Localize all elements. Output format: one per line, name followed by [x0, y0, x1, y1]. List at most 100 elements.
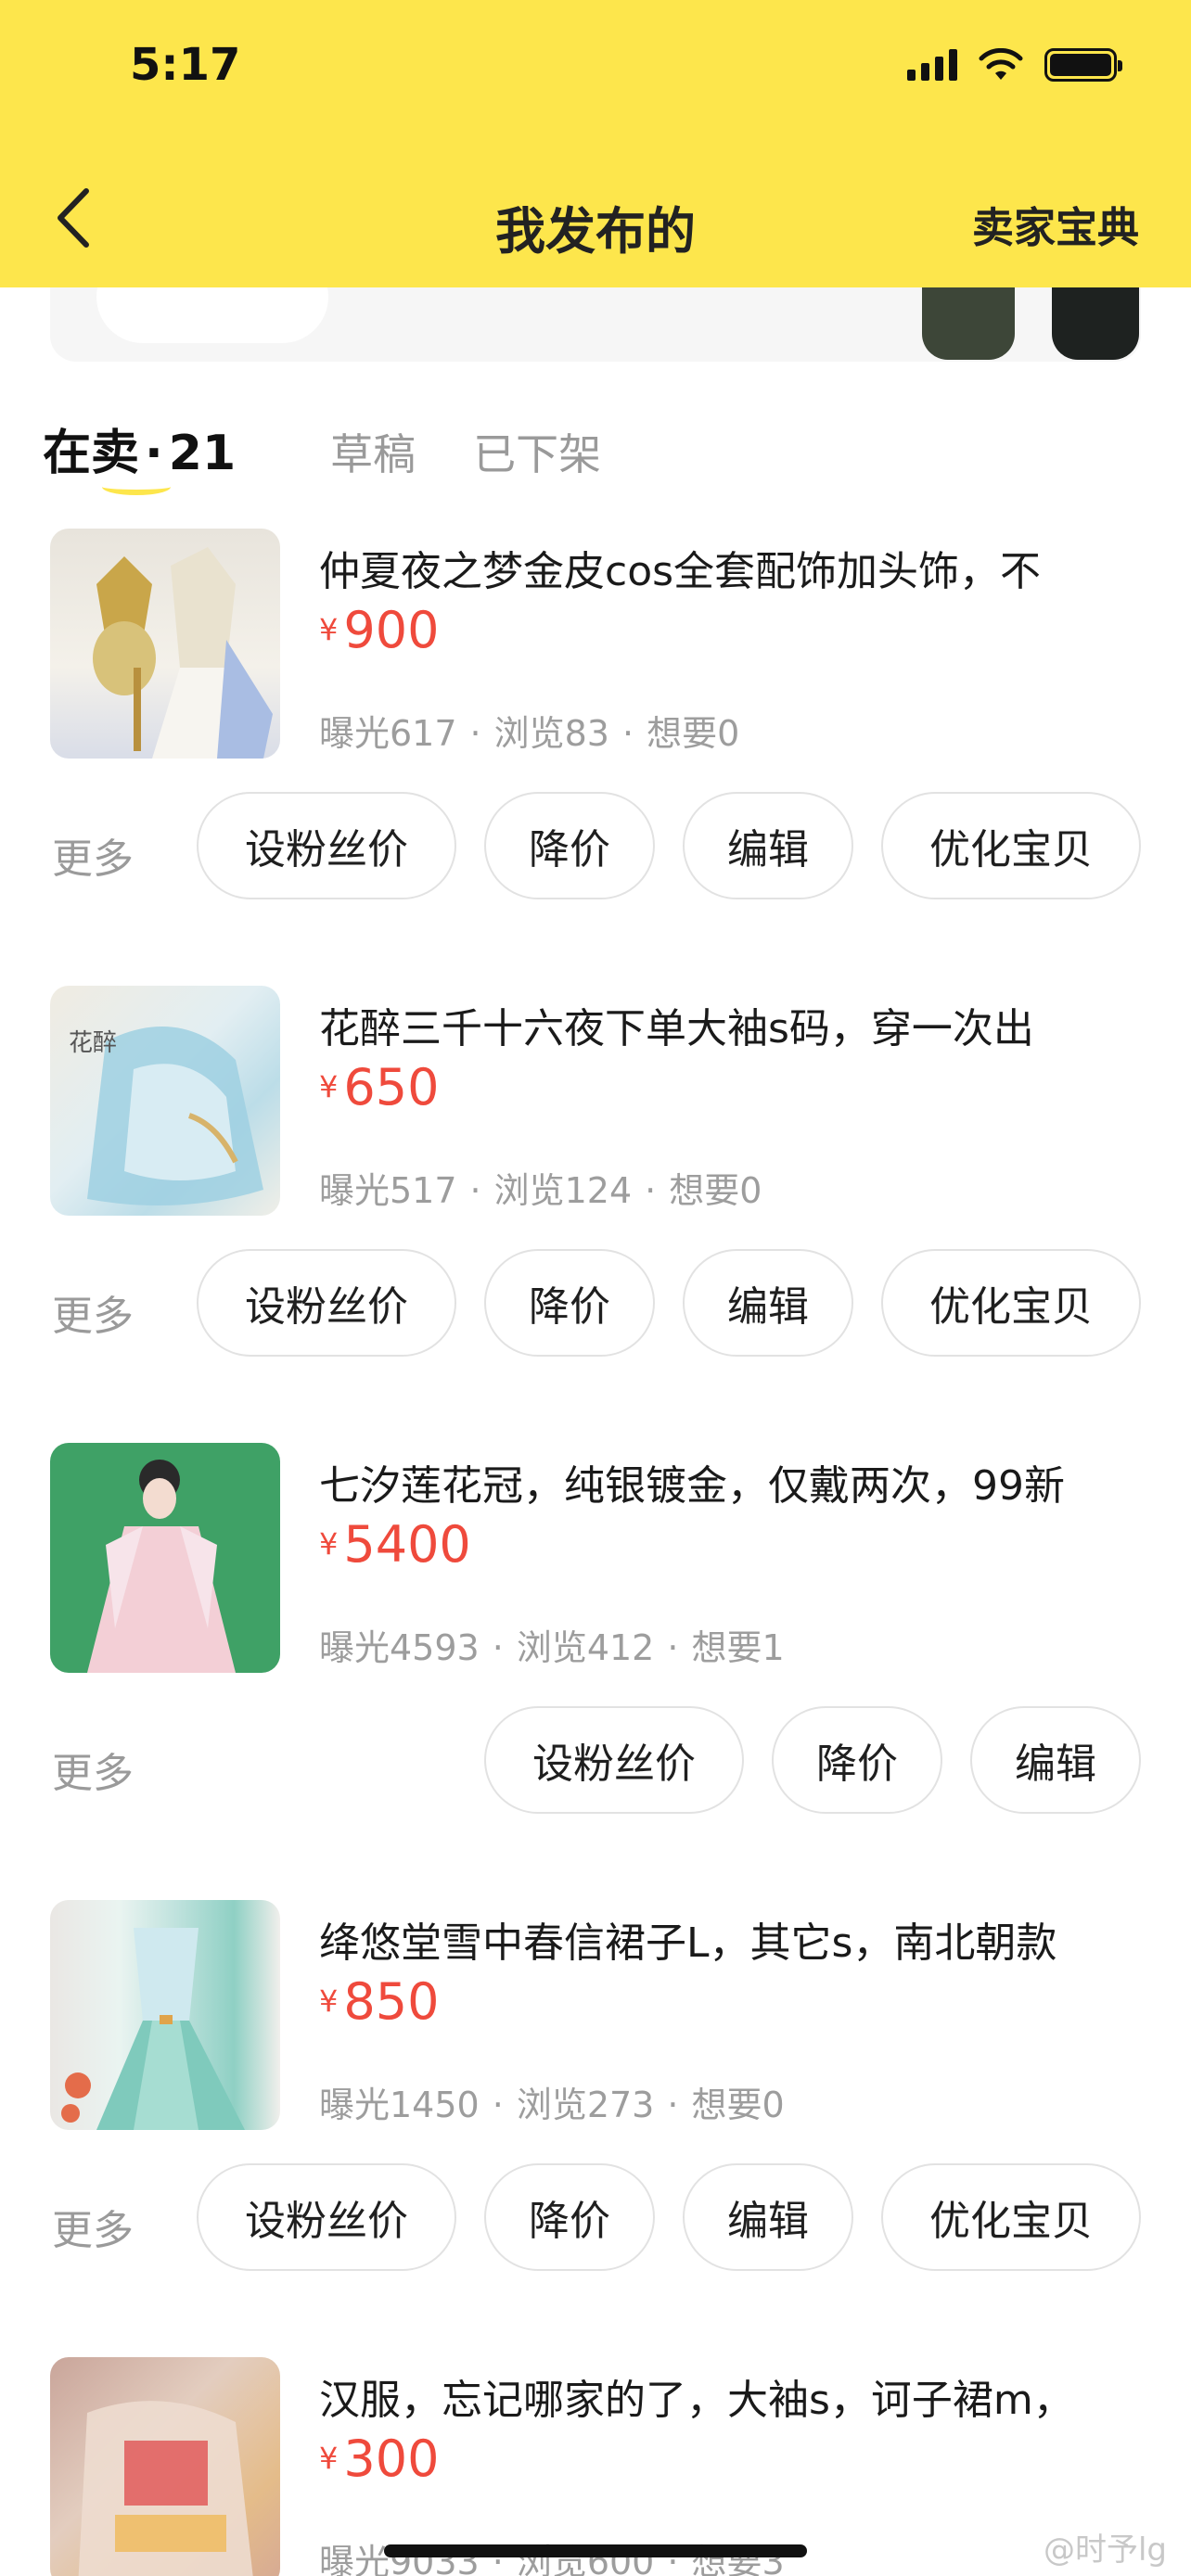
listing-title: 仲夏夜之梦金皮cos全套配饰加头饰，不 — [319, 548, 1042, 595]
costume-image: 花醉 — [69, 1027, 263, 1206]
exposure-count: 曝光517 — [319, 1170, 457, 1211]
edit-button[interactable]: 编辑 — [970, 1706, 1141, 1814]
stat-separator: · — [667, 2085, 679, 2125]
tab-drafts[interactable]: 草稿 — [330, 421, 416, 482]
tab-off-shelf[interactable]: 已下架 — [473, 421, 601, 482]
listing-price: ¥900 — [319, 601, 439, 659]
currency-symbol: ¥ — [319, 1983, 339, 2019]
exposure-count: 曝光4593 — [319, 1627, 480, 1668]
status-time: 5:17 — [130, 39, 241, 91]
listing-thumbnail[interactable] — [50, 1443, 280, 1673]
more-button[interactable]: 更多 — [52, 1282, 134, 1342]
costume-image — [93, 547, 273, 759]
edit-button[interactable]: 编辑 — [683, 1249, 853, 1357]
stat-separator: · — [667, 1627, 679, 1668]
seller-guide-link[interactable]: 卖家宝典 — [972, 194, 1139, 254]
want-count: 想要1 — [691, 1627, 785, 1668]
exposure-count: 曝光617 — [319, 713, 457, 754]
stat-separator: · — [469, 713, 481, 754]
reduce-price-button[interactable]: 降价 — [484, 1249, 655, 1357]
currency-symbol: ¥ — [319, 2441, 339, 2476]
stat-separator: · — [621, 713, 634, 754]
tab-on-sale-label: 在卖 — [43, 426, 140, 481]
want-count: 想要0 — [669, 1170, 762, 1211]
stat-separator: · — [492, 2085, 504, 2125]
more-button[interactable]: 更多 — [52, 1740, 134, 1799]
listing-stats: 曝光1450 · 浏览273 · 想要0 — [319, 2076, 785, 2127]
action-buttons: 设粉丝价 降价 编辑 优化宝贝 — [197, 1249, 1141, 1357]
listing-title: 绛悠堂雪中春信裙子L，其它s，南北朝款 — [319, 1919, 1057, 1967]
listing-thumbnail[interactable] — [50, 2357, 280, 2576]
price-amount: 900 — [343, 601, 440, 659]
set-fan-price-button[interactable]: 设粉丝价 — [197, 2163, 456, 2271]
want-count: 想要0 — [691, 2085, 785, 2125]
costume-image — [87, 1460, 236, 1673]
listing-price: ¥5400 — [319, 1515, 471, 1574]
price-amount: 300 — [343, 2429, 440, 2488]
reduce-price-button[interactable]: 降价 — [484, 792, 655, 899]
tab-on-sale-count: 21 — [168, 426, 237, 481]
watermark: @时予lg — [1043, 2531, 1167, 2569]
listing-stats: 曝光4593 · 浏览412 · 想要1 — [319, 1619, 785, 1670]
currency-symbol: ¥ — [319, 1526, 339, 1562]
listing-thumbnail[interactable]: 花醉 — [50, 986, 280, 1216]
listing-price: ¥850 — [319, 1972, 439, 2031]
listing-item[interactable]: 仲夏夜之梦金皮cos全套配饰加头饰，不 ¥900 曝光617 · 浏览83 · 想要0 … — [0, 529, 1191, 983]
listing-stats: 曝光617 · 浏览83 · 想要0 — [319, 705, 739, 756]
listing-stats: 曝光517 · 浏览124 · 想要0 — [319, 1162, 762, 1213]
stat-separator: · — [645, 1170, 657, 1211]
optimize-listing-button[interactable]: 优化宝贝 — [881, 792, 1141, 899]
costume-image — [61, 1928, 245, 2130]
action-buttons: 设粉丝价 降价 编辑 — [484, 1706, 1141, 1814]
svg-text:花醉: 花醉 — [69, 1029, 117, 1057]
wifi-icon — [979, 48, 1023, 80]
edit-button[interactable]: 编辑 — [683, 2163, 853, 2271]
view-count: 浏览273 — [516, 2085, 655, 2125]
battery-icon — [1044, 48, 1122, 82]
price-amount: 850 — [343, 1972, 440, 2031]
reduce-price-button[interactable]: 降价 — [772, 1706, 942, 1814]
price-amount: 5400 — [343, 1515, 471, 1574]
action-buttons: 设粉丝价 降价 编辑 优化宝贝 — [197, 2163, 1141, 2271]
top-header: 5:17 我发布的 卖家宝典 — [0, 0, 1191, 287]
tab-on-sale[interactable]: 在卖 · 21 — [43, 414, 237, 495]
costume-image — [78, 2401, 253, 2576]
home-indicator[interactable] — [384, 2544, 807, 2557]
listing-thumbnail[interactable] — [50, 529, 280, 759]
listing-title: 七汐莲花冠，纯银镀金，仅戴两次，99新 — [319, 1462, 1065, 1510]
listing-price: ¥300 — [319, 2429, 439, 2488]
view-count: 浏览412 — [516, 1627, 655, 1668]
active-tab-indicator — [102, 478, 171, 495]
view-count: 浏览83 — [493, 713, 609, 754]
price-amount: 650 — [343, 1058, 440, 1116]
listing-tabs: 在卖 · 21 草稿 已下架 — [43, 414, 601, 495]
currency-symbol: ¥ — [319, 612, 339, 647]
exposure-count: 曝光1450 — [319, 2085, 480, 2125]
stat-separator: · — [469, 1170, 481, 1211]
set-fan-price-button[interactable]: 设粉丝价 — [484, 1706, 744, 1814]
set-fan-price-button[interactable]: 设粉丝价 — [197, 792, 456, 899]
listing-item[interactable]: 绛悠堂雪中春信裙子L，其它s，南北朝款 ¥850 曝光1450 · 浏览273 · 想要… — [0, 1900, 1191, 2354]
set-fan-price-button[interactable]: 设粉丝价 — [197, 1249, 456, 1357]
listing-title: 汉服，忘记哪家的了，大袖s，诃子裙m， — [319, 2377, 1074, 2424]
listing-price: ¥650 — [319, 1058, 439, 1116]
edit-button[interactable]: 编辑 — [683, 792, 853, 899]
reduce-price-button[interactable]: 降价 — [484, 2163, 655, 2271]
listing-item[interactable]: 七汐莲花冠，纯银镀金，仅戴两次，99新 ¥5400 曝光4593 · 浏览412 · 想… — [0, 1443, 1191, 1897]
more-button[interactable]: 更多 — [52, 2197, 134, 2256]
listing-item[interactable]: 汉服，忘记哪家的了，大袖s，诃子裙m， ¥300 曝光9033 · 浏览600 · 想要… — [0, 2357, 1191, 2576]
screen: 5:17 我发布的 卖家宝典 在卖 · 21 草稿 已下架 仲夏夜之梦金皮cos… — [0, 0, 1191, 2576]
optimize-listing-button[interactable]: 优化宝贝 — [881, 2163, 1141, 2271]
currency-symbol: ¥ — [319, 1069, 339, 1104]
tab-separator: · — [145, 426, 163, 481]
status-icons — [907, 48, 1122, 82]
listing-thumbnail[interactable] — [50, 1900, 280, 2130]
listing-title: 花醉三千十六夜下单大袖s码，穿一次出 — [319, 1005, 1034, 1052]
cellular-signal-icon — [907, 49, 957, 81]
optimize-listing-button[interactable]: 优化宝贝 — [881, 1249, 1141, 1357]
more-button[interactable]: 更多 — [52, 825, 134, 885]
want-count: 想要0 — [647, 713, 740, 754]
listing-item[interactable]: 花醉 花醉三千十六夜下单大袖s码，穿一次出 ¥650 曝光517 · 浏览124 · 想… — [0, 986, 1191, 1440]
stat-separator: · — [492, 1627, 504, 1668]
view-count: 浏览124 — [493, 1170, 633, 1211]
